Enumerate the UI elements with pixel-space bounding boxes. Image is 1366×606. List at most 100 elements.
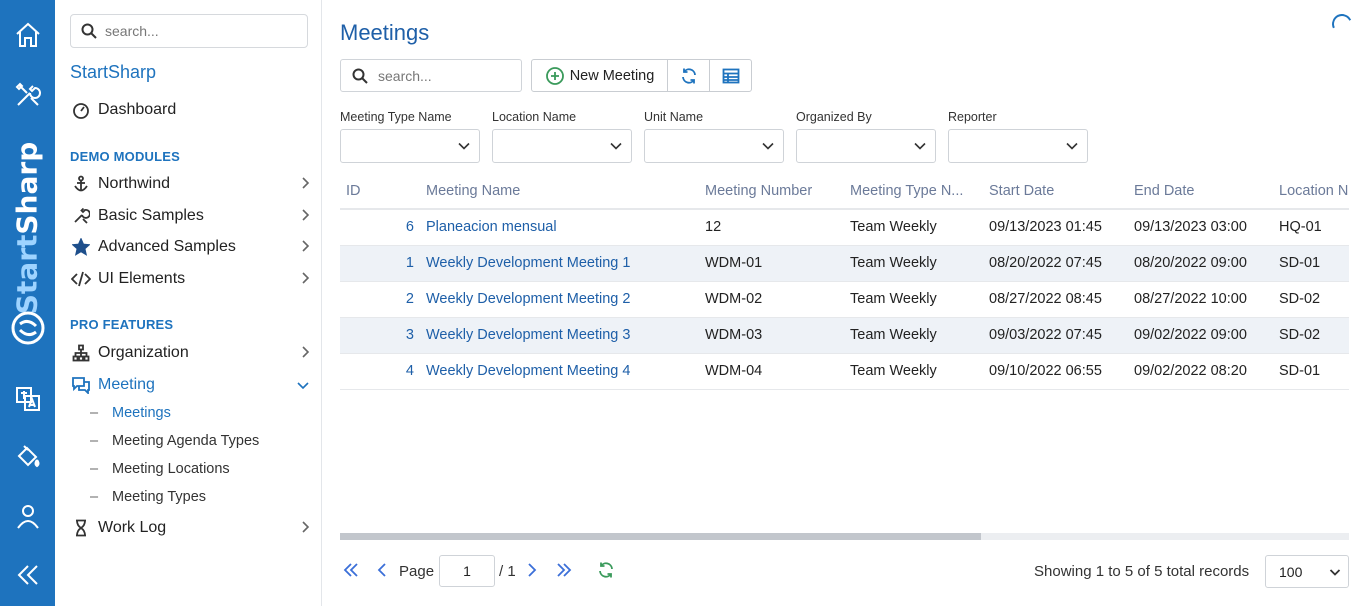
cell-meeting-number: 12 xyxy=(699,209,844,246)
filter-meeting-type-select[interactable] xyxy=(340,129,480,163)
filter-label-reporter: Reporter xyxy=(948,110,997,124)
sidebar-item-advanced-samples[interactable]: Advanced Samples xyxy=(70,234,310,260)
paint-bucket-icon[interactable] xyxy=(0,439,55,475)
grid-search-placeholder: search... xyxy=(378,67,432,84)
sidebar-item-organization[interactable]: Organization xyxy=(70,340,310,366)
search-icon xyxy=(352,68,368,84)
cell-meeting-number: WDM-02 xyxy=(699,281,844,318)
sidebar-item-work-log[interactable]: Work Log xyxy=(70,515,310,541)
column-header-id[interactable]: ID xyxy=(340,173,420,210)
cell-start-date: 08/20/2022 07:45 xyxy=(983,245,1128,282)
column-header-end-date[interactable]: End Date xyxy=(1128,173,1273,210)
cell-meeting-name-link[interactable]: Planeacion mensual xyxy=(420,209,699,246)
filter-organized-by-select[interactable] xyxy=(796,129,936,163)
chevron-right-icon xyxy=(300,176,310,195)
refresh-button[interactable] xyxy=(667,60,709,91)
last-page-icon[interactable] xyxy=(555,561,573,584)
cell-meeting-type: Team Weekly xyxy=(844,245,983,282)
user-icon[interactable] xyxy=(0,498,55,534)
chevron-right-icon xyxy=(300,271,310,290)
main-content: Meetings search... New Meeting Meeting T… xyxy=(322,0,1366,606)
sidebar-item-label: Work Log xyxy=(98,519,167,536)
sidebar-item-northwind[interactable]: Northwind xyxy=(70,171,310,197)
cell-id[interactable]: 1 xyxy=(340,245,420,282)
cell-id[interactable]: 4 xyxy=(340,353,420,390)
sidebar-subitem-meetings[interactable]: – Meetings xyxy=(90,405,171,421)
filter-label-unit: Unit Name xyxy=(644,110,704,124)
icon-rail: StartSharp xyxy=(0,0,55,606)
tools-icon[interactable] xyxy=(0,77,55,113)
page-number-input[interactable]: 1 xyxy=(439,555,495,587)
cell-meeting-name-link[interactable]: Weekly Development Meeting 2 xyxy=(420,281,699,318)
sidebar-subitem-meeting-agenda-types[interactable]: – Meeting Agenda Types xyxy=(90,433,259,449)
sidebar-search-input[interactable]: search... xyxy=(70,14,308,48)
cell-start-date: 09/10/2022 06:55 xyxy=(983,353,1128,390)
app-title[interactable]: StartSharp xyxy=(70,62,156,83)
cell-id[interactable]: 3 xyxy=(340,317,420,354)
sidebar-item-meeting[interactable]: Meeting xyxy=(70,372,310,398)
next-page-icon[interactable] xyxy=(526,561,538,584)
cell-meeting-name-link[interactable]: Weekly Development Meeting 1 xyxy=(420,245,699,282)
column-header-location-name[interactable]: Location N xyxy=(1273,173,1349,210)
sidebar-item-label: Dashboard xyxy=(98,101,177,118)
previous-page-icon[interactable] xyxy=(376,561,388,584)
column-header-start-date[interactable]: Start Date xyxy=(983,173,1128,210)
sidebar-subitem-meeting-types[interactable]: – Meeting Types xyxy=(90,489,206,505)
cell-location: HQ-01 xyxy=(1273,209,1349,246)
brand-swirl-icon xyxy=(0,310,55,346)
sidebar-subitem-label: Meeting Agenda Types xyxy=(112,433,260,449)
sidebar-subitem-meeting-locations[interactable]: – Meeting Locations xyxy=(90,461,230,477)
table-row[interactable]: 2 Weekly Development Meeting 2 WDM-02 Te… xyxy=(340,281,1349,318)
new-meeting-label: New Meeting xyxy=(569,67,655,84)
sidebar-item-basic-samples[interactable]: Basic Samples xyxy=(70,203,310,229)
filter-reporter-select[interactable] xyxy=(948,129,1088,163)
collapse-icon[interactable] xyxy=(0,557,55,593)
column-header-meeting-name[interactable]: Meeting Name xyxy=(420,173,699,210)
chevron-down-icon xyxy=(296,377,310,395)
code-icon xyxy=(70,268,92,290)
hourglass-icon xyxy=(70,517,92,539)
column-header-meeting-type-name[interactable]: Meeting Type N... xyxy=(844,173,983,210)
speedometer-icon xyxy=(70,99,92,121)
chevron-down-icon xyxy=(762,142,774,150)
chat-icon xyxy=(70,374,92,396)
filter-unit-select[interactable] xyxy=(644,129,784,163)
cell-id[interactable]: 2 xyxy=(340,281,420,318)
table-row[interactable]: 1 Weekly Development Meeting 1 WDM-01 Te… xyxy=(340,245,1349,282)
chevron-right-icon xyxy=(300,239,310,258)
cell-meeting-name-link[interactable]: Weekly Development Meeting 4 xyxy=(420,353,699,390)
column-header-meeting-number[interactable]: Meeting Number xyxy=(699,173,844,210)
cell-meeting-number: WDM-01 xyxy=(699,245,844,282)
horizontal-scrollbar[interactable] xyxy=(340,533,1349,540)
cell-meeting-type: Team Weekly xyxy=(844,317,983,354)
column-picker-button[interactable] xyxy=(709,60,751,91)
filter-label-organized-by: Organized By xyxy=(796,110,872,124)
table-row[interactable]: 4 Weekly Development Meeting 4 WDM-04 Te… xyxy=(340,353,1349,390)
cell-location: SD-02 xyxy=(1273,281,1349,318)
grid-header-row: ID Meeting Name Meeting Number Meeting T… xyxy=(340,173,1349,210)
cell-location: SD-01 xyxy=(1273,245,1349,282)
page-size-select[interactable]: 100 xyxy=(1265,555,1349,588)
scrollbar-thumb[interactable] xyxy=(340,533,981,540)
filter-location-select[interactable] xyxy=(492,129,632,163)
table-columns-icon xyxy=(722,68,739,83)
sidebar-item-dashboard[interactable]: Dashboard xyxy=(70,97,310,123)
anchor-icon xyxy=(70,173,92,195)
sidebar-item-ui-elements[interactable]: UI Elements xyxy=(70,266,310,292)
grid-search-input[interactable]: search... xyxy=(340,59,522,92)
new-meeting-button[interactable]: New Meeting xyxy=(532,60,667,91)
table-row[interactable]: 6 Planeacion mensual 12 Team Weekly 09/1… xyxy=(340,209,1349,246)
first-page-icon[interactable] xyxy=(342,561,360,584)
chevron-right-icon xyxy=(300,208,310,227)
translate-icon[interactable] xyxy=(0,381,55,417)
table-row[interactable]: 3 Weekly Development Meeting 3 WDM-03 Te… xyxy=(340,317,1349,354)
sidebar-item-label: Organization xyxy=(98,344,189,361)
cell-meeting-name-link[interactable]: Weekly Development Meeting 3 xyxy=(420,317,699,354)
home-icon[interactable] xyxy=(0,17,55,53)
chevron-down-icon xyxy=(1329,569,1341,576)
sidebar-subitem-label: Meetings xyxy=(112,405,171,421)
grid-toolbar: New Meeting xyxy=(531,59,752,92)
cell-id[interactable]: 6 xyxy=(340,209,420,246)
reload-icon[interactable] xyxy=(597,561,615,584)
section-pro-features: PRO FEATURES xyxy=(70,317,174,332)
